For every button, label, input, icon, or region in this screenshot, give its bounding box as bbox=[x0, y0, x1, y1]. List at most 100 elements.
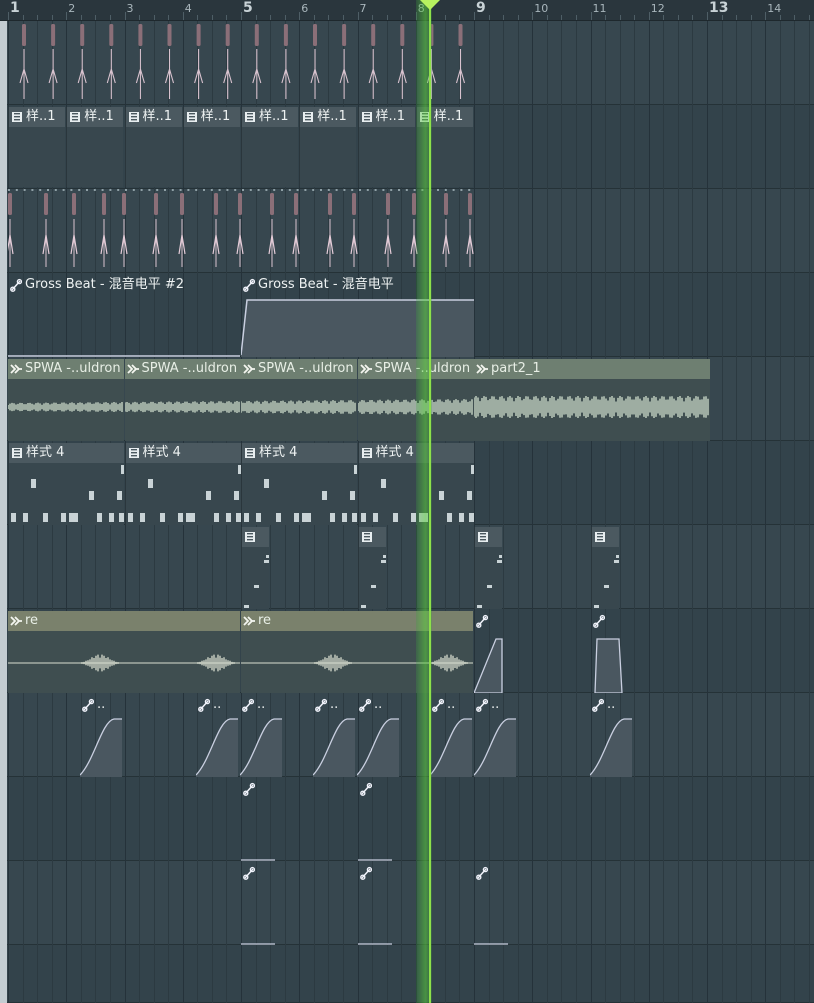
pattern-clip[interactable]: 样式 4 bbox=[8, 443, 124, 525]
clip-preview bbox=[474, 943, 508, 945]
automation-clip[interactable]: .. bbox=[80, 695, 124, 777]
clip-header[interactable]: 样..1 bbox=[67, 107, 124, 127]
clip-header[interactable]: .. bbox=[196, 695, 240, 715]
track-header-strip[interactable] bbox=[0, 21, 7, 1003]
clip-header[interactable]: .. bbox=[590, 695, 634, 715]
automation-clip[interactable] bbox=[241, 779, 275, 861]
pattern-icon bbox=[128, 112, 139, 122]
clip-header[interactable] bbox=[591, 611, 625, 631]
clip-header[interactable] bbox=[242, 527, 269, 547]
clip-header[interactable]: 样..1 bbox=[300, 107, 357, 127]
clip-header[interactable] bbox=[591, 527, 619, 547]
clip-header[interactable]: 样..1 bbox=[242, 107, 298, 127]
grid-beat-line bbox=[575, 21, 577, 1003]
pattern-clip[interactable]: 样..1 bbox=[182, 107, 240, 187]
automation-clip[interactable] bbox=[357, 863, 392, 945]
clip-header[interactable] bbox=[241, 863, 275, 883]
ruler-tick bbox=[139, 15, 141, 20]
ruler-tick bbox=[51, 15, 53, 20]
audio-clip[interactable]: part2_1 bbox=[474, 359, 710, 441]
automation-clip[interactable] bbox=[241, 863, 275, 945]
clip-body bbox=[357, 799, 392, 861]
audio-clip[interactable]: SPWA -..uldron bbox=[241, 359, 357, 441]
clip-header[interactable]: Gross Beat - 混音电平 bbox=[241, 275, 474, 295]
clip-header[interactable]: Gross Beat - 混音电平 #2 bbox=[8, 275, 240, 295]
clip-header[interactable]: part2_1 bbox=[474, 359, 710, 379]
automation-clip[interactable]: .. bbox=[357, 695, 401, 777]
automation-clip[interactable]: .. bbox=[590, 695, 634, 777]
pattern-clip[interactable] bbox=[241, 527, 269, 609]
clip-header[interactable]: 样..1 bbox=[183, 107, 240, 127]
clip-label: 样..1 bbox=[142, 109, 173, 124]
clip-header[interactable]: 样式 4 bbox=[125, 443, 241, 463]
automation-clip[interactable] bbox=[474, 863, 508, 945]
clip-header[interactable]: 样..1 bbox=[358, 107, 415, 127]
clip-header[interactable]: 样式 4 bbox=[242, 443, 357, 463]
playhead-line[interactable] bbox=[429, 0, 431, 1003]
pattern-icon bbox=[245, 112, 255, 122]
pattern-clip[interactable] bbox=[474, 527, 502, 609]
pattern-clip[interactable] bbox=[590, 527, 619, 609]
automation-clip[interactable]: Gross Beat - 混音电平 bbox=[241, 275, 474, 357]
pattern-clip[interactable] bbox=[357, 527, 386, 609]
audio-clip[interactable]: re bbox=[241, 611, 473, 693]
pattern-clip[interactable]: 样..1 bbox=[124, 107, 182, 187]
clip-header[interactable]: .. bbox=[430, 695, 474, 715]
clip-header[interactable]: SPWA -..uldron bbox=[241, 359, 357, 379]
timeline-ruler[interactable]: 1234567891011121314 bbox=[0, 0, 814, 21]
pattern-clip[interactable]: 样..1 bbox=[357, 107, 415, 187]
ruler-tick bbox=[372, 15, 374, 20]
ruler-tick bbox=[750, 15, 752, 20]
automation-clip[interactable]: .. bbox=[474, 695, 518, 777]
clip-preview bbox=[357, 859, 392, 861]
clip-header[interactable]: SPWA -..uldron bbox=[124, 359, 241, 379]
automation-clip[interactable] bbox=[474, 611, 508, 693]
audio-clip-icon bbox=[243, 364, 255, 374]
audio-clip[interactable]: SPWA -..uldron bbox=[8, 359, 124, 441]
clip-header[interactable]: re bbox=[241, 611, 473, 631]
playhead-marker-icon[interactable] bbox=[420, 0, 440, 10]
pattern-clip[interactable]: 样..1 bbox=[241, 107, 298, 187]
clip-header[interactable]: 样式 4 bbox=[9, 443, 124, 463]
automation-clip[interactable] bbox=[591, 611, 625, 693]
clip-header[interactable]: 样..1 bbox=[125, 107, 182, 127]
clip-header[interactable]: .. bbox=[80, 695, 124, 715]
pattern-clip[interactable]: 样..1 bbox=[299, 107, 357, 187]
pattern-clip[interactable]: 样..1 bbox=[66, 107, 124, 187]
audio-clip[interactable]: SPWA -..uldron bbox=[124, 359, 241, 441]
automation-clip[interactable]: .. bbox=[196, 695, 240, 777]
clip-header[interactable] bbox=[358, 863, 392, 883]
automation-clip[interactable]: .. bbox=[240, 695, 284, 777]
clip-header[interactable] bbox=[358, 527, 386, 547]
automation-clip[interactable]: Gross Beat - 混音电平 #2 bbox=[8, 275, 240, 357]
clip-header[interactable]: 样..1 bbox=[9, 107, 65, 127]
clip-header[interactable]: .. bbox=[313, 695, 357, 715]
automation-icon bbox=[476, 866, 488, 880]
automation-clip[interactable]: .. bbox=[430, 695, 474, 777]
clip-header[interactable] bbox=[358, 779, 392, 799]
clip-header[interactable]: .. bbox=[474, 695, 518, 715]
clip-header[interactable] bbox=[474, 611, 508, 631]
clip-header[interactable] bbox=[475, 527, 502, 547]
clip-header[interactable]: .. bbox=[240, 695, 284, 715]
clip-header[interactable]: re bbox=[8, 611, 240, 631]
pattern-clip[interactable]: 样式 4 bbox=[241, 443, 357, 525]
automation-icon bbox=[243, 866, 255, 880]
pattern-clip[interactable]: 样..1 bbox=[8, 107, 65, 187]
pattern-icon bbox=[128, 448, 139, 458]
clip-header[interactable]: SPWA -..uldron bbox=[8, 359, 124, 379]
clip-body bbox=[241, 883, 275, 945]
playlist-view[interactable]: 1234567891011121314 样..1样..1样..1样..1样..1… bbox=[0, 0, 814, 1003]
clip-header[interactable] bbox=[241, 779, 275, 799]
ruler-tick bbox=[721, 15, 723, 20]
clip-preview bbox=[313, 718, 355, 777]
automation-clip[interactable]: .. bbox=[313, 695, 357, 777]
automation-icon bbox=[432, 698, 444, 712]
clip-header[interactable] bbox=[474, 863, 508, 883]
grid-beat-line bbox=[750, 21, 752, 1003]
pattern-clip[interactable]: 样式 4 bbox=[124, 443, 241, 525]
clip-header[interactable]: .. bbox=[357, 695, 401, 715]
clip-body bbox=[184, 127, 240, 187]
automation-clip[interactable] bbox=[357, 779, 392, 861]
audio-clip[interactable]: re bbox=[8, 611, 240, 693]
